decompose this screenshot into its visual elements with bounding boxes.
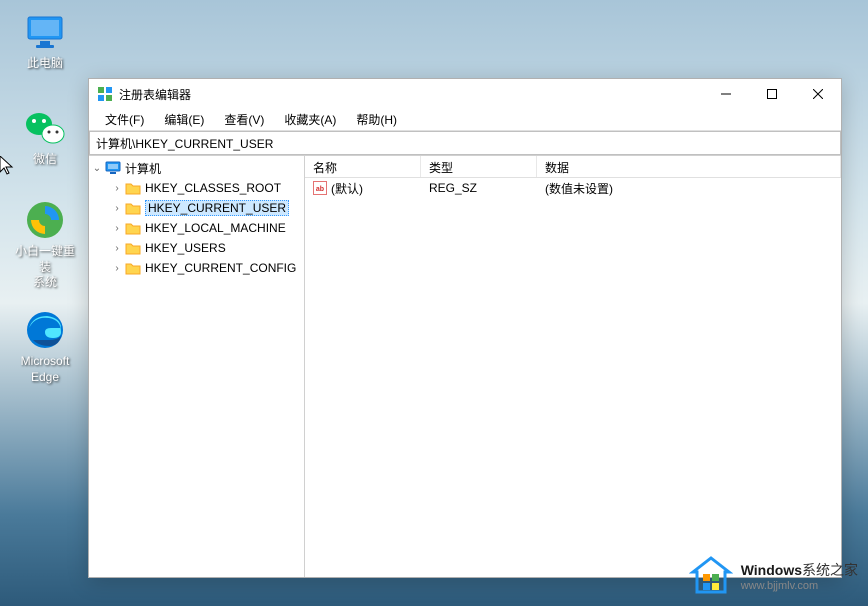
watermark-url: www.bjjmlv.com bbox=[741, 580, 858, 592]
menubar: 文件(F) 编辑(E) 查看(V) 收藏夹(A) 帮助(H) bbox=[89, 109, 841, 131]
expander-icon[interactable]: › bbox=[111, 263, 123, 274]
tree-label: HKEY_CURRENT_USER bbox=[145, 200, 289, 216]
content-area: ⌄ 计算机 › HKEY_CLASSES_ROOT › HKEY_CURRENT… bbox=[89, 155, 841, 577]
tree-node-hku[interactable]: › HKEY_USERS bbox=[89, 238, 304, 258]
house-logo-icon bbox=[689, 554, 733, 598]
expander-icon[interactable]: › bbox=[111, 223, 123, 234]
computer-icon bbox=[105, 160, 121, 176]
window-controls bbox=[703, 79, 841, 109]
menu-view[interactable]: 查看(V) bbox=[214, 109, 274, 130]
folder-icon bbox=[125, 200, 141, 216]
watermark: Windows系统之家 www.bjjmlv.com bbox=[689, 554, 858, 598]
watermark-brand: Windows系统之家 bbox=[741, 560, 858, 580]
window-title: 注册表编辑器 bbox=[119, 86, 703, 103]
address-bar[interactable]: 计算机\HKEY_CURRENT_USER bbox=[89, 131, 841, 155]
tree-pane[interactable]: ⌄ 计算机 › HKEY_CLASSES_ROOT › HKEY_CURRENT… bbox=[89, 156, 305, 577]
expander-icon[interactable]: › bbox=[111, 183, 123, 194]
value-type: REG_SZ bbox=[421, 181, 537, 195]
address-text: 计算机\HKEY_CURRENT_USER bbox=[96, 135, 273, 152]
desktop-icon-wechat[interactable]: 微信 bbox=[10, 108, 80, 168]
desktop-icon-xiaobai[interactable]: 小白一键重装 系统 bbox=[10, 200, 80, 291]
column-data[interactable]: 数据 bbox=[537, 156, 841, 177]
titlebar[interactable]: 注册表编辑器 bbox=[89, 79, 841, 109]
menu-file[interactable]: 文件(F) bbox=[95, 109, 154, 130]
tree-node-hklm[interactable]: › HKEY_LOCAL_MACHINE bbox=[89, 218, 304, 238]
regedit-icon bbox=[97, 86, 113, 102]
menu-favorites[interactable]: 收藏夹(A) bbox=[274, 109, 346, 130]
desktop-icon-label: 微信 bbox=[33, 152, 57, 168]
xiaobai-icon bbox=[25, 200, 65, 240]
expander-icon[interactable]: › bbox=[111, 243, 123, 254]
tree-label: 计算机 bbox=[125, 160, 161, 177]
menu-help[interactable]: 帮助(H) bbox=[346, 109, 407, 130]
regedit-window: 注册表编辑器 文件(F) 编辑(E) 查看(V) 收藏夹(A) 帮助(H) 计算… bbox=[88, 78, 842, 578]
minimize-button[interactable] bbox=[703, 79, 749, 109]
column-name[interactable]: 名称 bbox=[305, 156, 421, 177]
maximize-button[interactable] bbox=[749, 79, 795, 109]
list-row[interactable]: ab (默认) REG_SZ (数值未设置) bbox=[305, 178, 841, 198]
wechat-icon bbox=[25, 108, 65, 148]
tree-label: HKEY_USERS bbox=[145, 241, 226, 255]
list-header[interactable]: 名称 类型 数据 bbox=[305, 156, 841, 178]
folder-icon bbox=[125, 260, 141, 276]
desktop-icon-edge[interactable]: Microsoft Edge bbox=[10, 310, 80, 385]
value-data: (数值未设置) bbox=[537, 180, 841, 197]
value-name: (默认) bbox=[331, 180, 363, 197]
list-pane[interactable]: 名称 类型 数据 ab (默认) REG_SZ (数值未设置) bbox=[305, 156, 841, 577]
tree-node-hkcu[interactable]: › HKEY_CURRENT_USER bbox=[89, 198, 304, 218]
menu-edit[interactable]: 编辑(E) bbox=[154, 109, 214, 130]
desktop-icon-label: Microsoft Edge bbox=[21, 354, 70, 385]
close-button[interactable] bbox=[795, 79, 841, 109]
desktop-icon-this-pc[interactable]: 此电脑 bbox=[10, 12, 80, 72]
svg-text:ab: ab bbox=[316, 186, 324, 193]
desktop-icon-label: 此电脑 bbox=[27, 56, 63, 72]
folder-icon bbox=[125, 180, 141, 196]
expander-icon[interactable]: ⌄ bbox=[91, 163, 103, 174]
cursor-icon bbox=[0, 156, 16, 172]
tree-node-hkcc[interactable]: › HKEY_CURRENT_CONFIG bbox=[89, 258, 304, 278]
monitor-icon bbox=[25, 12, 65, 52]
desktop-icon-label: 小白一键重装 系统 bbox=[10, 244, 80, 291]
tree-label: HKEY_CURRENT_CONFIG bbox=[145, 261, 296, 275]
tree-label: HKEY_LOCAL_MACHINE bbox=[145, 221, 286, 235]
column-type[interactable]: 类型 bbox=[421, 156, 537, 177]
string-value-icon: ab bbox=[313, 181, 327, 195]
folder-icon bbox=[125, 240, 141, 256]
expander-icon[interactable]: › bbox=[111, 203, 123, 214]
folder-icon bbox=[125, 220, 141, 236]
tree-node-hkcr[interactable]: › HKEY_CLASSES_ROOT bbox=[89, 178, 304, 198]
edge-icon bbox=[25, 310, 65, 350]
tree-label: HKEY_CLASSES_ROOT bbox=[145, 181, 281, 195]
tree-node-computer[interactable]: ⌄ 计算机 bbox=[89, 158, 304, 178]
